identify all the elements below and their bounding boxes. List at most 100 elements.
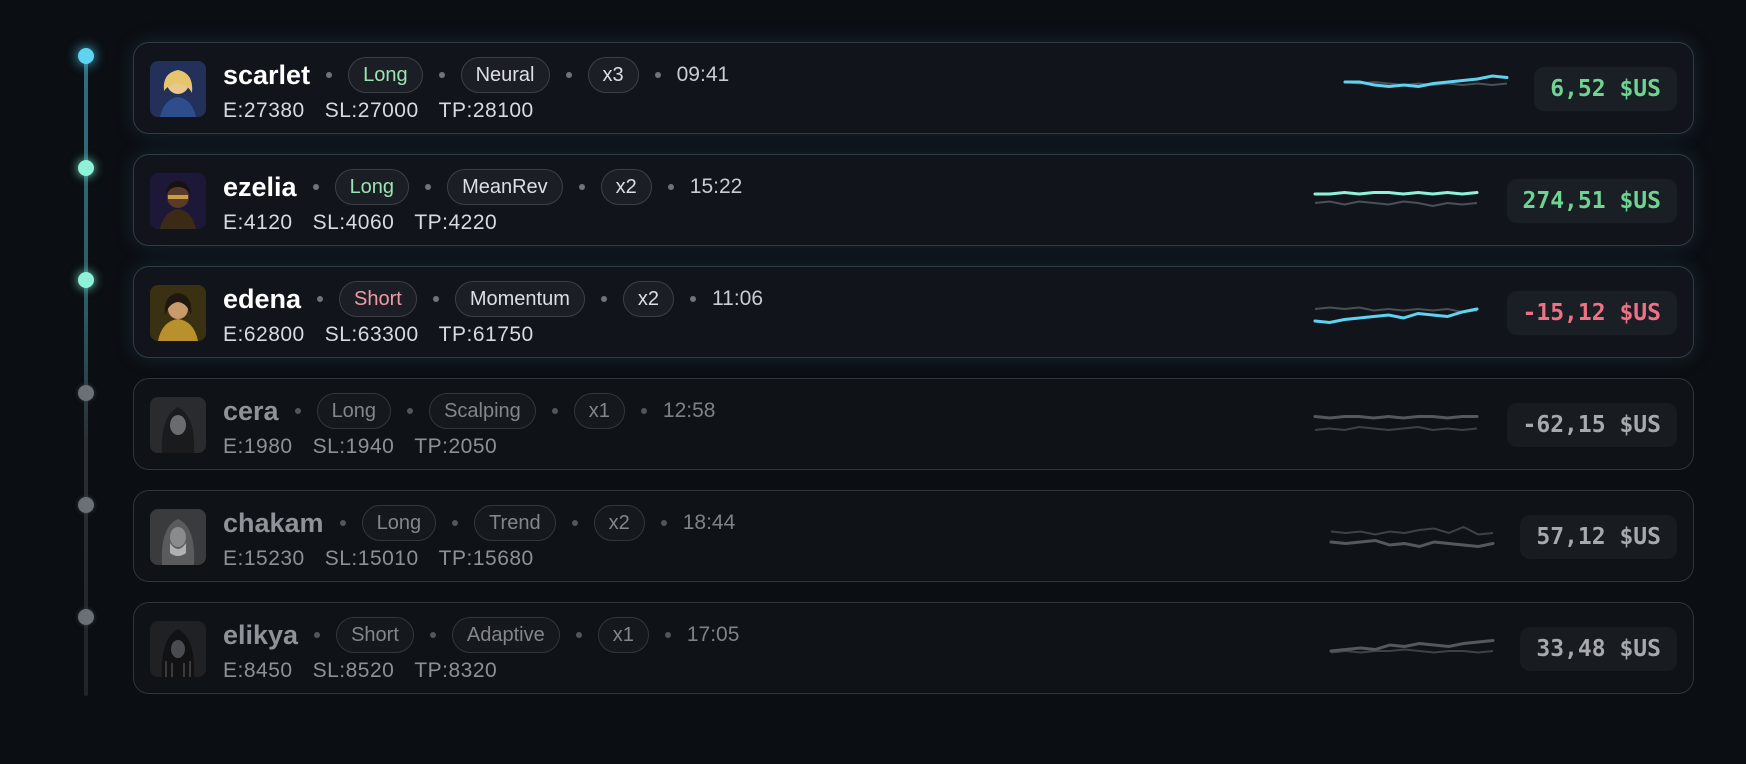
- stop-loss: SL:1940: [312, 435, 395, 458]
- stop-loss: SL:4060: [312, 211, 395, 234]
- entry-price: E:27380: [223, 99, 305, 122]
- sparkline: [1313, 306, 1479, 325]
- avatar: [150, 61, 206, 117]
- entry-price: E:15230: [223, 547, 305, 570]
- entry-price: E:1980: [223, 435, 293, 458]
- timeline-track: [84, 56, 88, 696]
- stop-loss: SL:8520: [312, 659, 395, 682]
- trader-name: elikya: [223, 619, 299, 650]
- separator-dot: [571, 520, 578, 526]
- avatar: [150, 173, 206, 229]
- trade-time: 12:58: [662, 399, 716, 422]
- entry-price: E:8450: [223, 659, 293, 682]
- trade-card[interactable]: chakam Long Trend x2 18:44 E:15230 SL:150…: [133, 490, 1694, 582]
- strategy-badge: Adaptive: [451, 617, 560, 653]
- separator-dot: [654, 72, 661, 78]
- pnl-value: 274,51 $US: [1506, 179, 1677, 223]
- sparkline-primary: [1313, 414, 1479, 420]
- separator-dot: [314, 632, 321, 638]
- entry-price: E:4120: [223, 211, 293, 234]
- pnl-value: 33,48 $US: [1520, 627, 1677, 671]
- separator-dot: [407, 408, 414, 414]
- trade-card[interactable]: cera Long Scalping x1 12:58 E:1980 SL:194…: [133, 378, 1694, 470]
- pnl-value: 57,12 $US: [1520, 515, 1677, 559]
- separator-dot: [660, 520, 667, 526]
- separator-dot: [690, 296, 697, 302]
- separator-dot: [429, 632, 436, 638]
- separator-dot: [317, 296, 324, 302]
- leverage-badge: x2: [600, 169, 652, 205]
- leverage-badge: x1: [573, 393, 625, 429]
- sparkline-secondary: [1330, 525, 1494, 536]
- separator-dot: [432, 296, 439, 302]
- timeline-node: [78, 272, 94, 288]
- separator-dot: [575, 632, 582, 638]
- sparkline-primary: [1329, 538, 1495, 549]
- separator-dot: [452, 520, 459, 526]
- side-badge: Short: [339, 281, 417, 317]
- separator-dot: [664, 632, 671, 638]
- separator-dot: [578, 184, 585, 190]
- timeline-node: [78, 385, 94, 401]
- sparkline: [1313, 414, 1479, 432]
- take-profit: TP:28100: [438, 99, 534, 122]
- separator-dot: [425, 184, 432, 190]
- side-badge: Long: [348, 57, 423, 93]
- sparkline-secondary: [1314, 306, 1478, 314]
- trade-card[interactable]: elikya Short Adaptive x1 17:05 E:8450 SL:…: [133, 602, 1694, 694]
- trade-time: 17:05: [686, 623, 740, 646]
- timeline-node: [78, 160, 94, 176]
- trade-time: 18:44: [682, 511, 736, 534]
- entry-price: E:62800: [223, 323, 305, 346]
- separator-dot: [551, 408, 558, 414]
- separator-dot: [640, 408, 647, 414]
- leverage-badge: x2: [593, 505, 645, 541]
- separator-dot: [312, 184, 319, 190]
- sparkline-primary: [1313, 190, 1479, 196]
- take-profit: TP:8320: [414, 659, 498, 682]
- avatar: [150, 285, 206, 341]
- sparkline: [1329, 639, 1495, 654]
- separator-dot: [339, 520, 346, 526]
- separator-dot: [600, 296, 607, 302]
- timeline-node: [78, 609, 94, 625]
- leverage-badge: x2: [622, 281, 675, 317]
- pnl-value: -62,15 $US: [1506, 403, 1677, 447]
- take-profit: TP:4220: [414, 211, 498, 234]
- trade-card[interactable]: scarlet Long Neural x3 09:41 E:27380 SL:2…: [133, 42, 1694, 134]
- stop-loss: SL:15010: [324, 547, 419, 570]
- trader-name: scarlet: [223, 59, 311, 90]
- trade-time: 11:06: [712, 287, 764, 310]
- strategy-badge: Scalping: [429, 393, 536, 429]
- sparkline: [1343, 74, 1509, 89]
- sparkline: [1329, 525, 1495, 549]
- avatar: [150, 397, 206, 453]
- leverage-badge: x3: [587, 57, 639, 93]
- sparkline: [1313, 190, 1479, 208]
- strategy-badge: Momentum: [454, 281, 585, 317]
- separator-dot: [326, 72, 333, 78]
- take-profit: TP:61750: [438, 323, 534, 346]
- avatar: [150, 509, 206, 565]
- avatar: [150, 621, 206, 677]
- strategy-badge: MeanRev: [447, 169, 563, 205]
- sparkline-secondary: [1314, 425, 1478, 432]
- trade-time: 09:41: [676, 63, 730, 86]
- sparkline-secondary: [1314, 200, 1478, 208]
- trade-card[interactable]: edena Short Momentum x2 11:06 E:62800 SL:…: [133, 266, 1694, 358]
- pnl-value: 6,52 $US: [1534, 67, 1677, 111]
- side-badge: Long: [361, 505, 437, 541]
- side-badge: Long: [316, 393, 392, 429]
- pnl-value: -15,12 $US: [1506, 291, 1677, 335]
- side-badge: Short: [336, 617, 414, 653]
- trader-name: ezelia: [223, 171, 297, 202]
- take-profit: TP:2050: [414, 435, 498, 458]
- side-badge: Long: [334, 169, 410, 205]
- trade-card[interactable]: ezelia Long MeanRev x2 15:22 E:4120 SL:40…: [133, 154, 1694, 246]
- stop-loss: SL:63300: [324, 323, 419, 346]
- separator-dot: [438, 72, 445, 78]
- timeline-node: [78, 48, 94, 64]
- trade-time: 15:22: [689, 175, 743, 198]
- stop-loss: SL:27000: [324, 99, 419, 122]
- separator-dot: [667, 184, 674, 190]
